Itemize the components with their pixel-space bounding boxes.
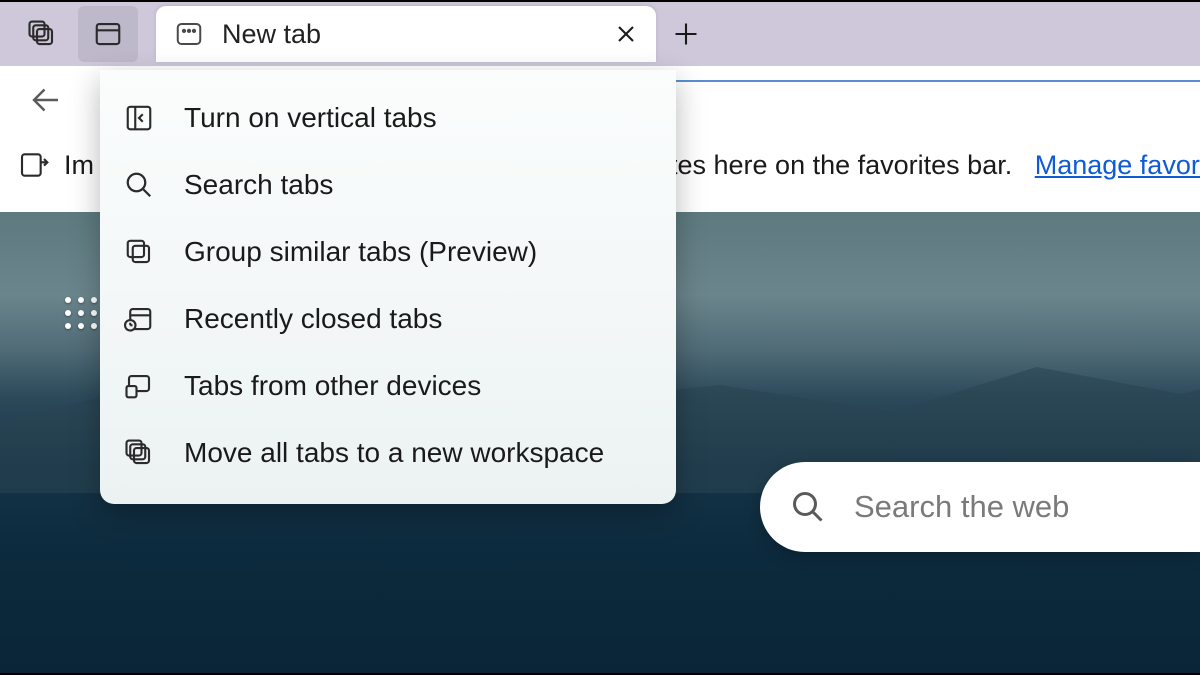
- menu-item-label: Search tabs: [184, 169, 333, 201]
- tab-actions-icon: [93, 19, 123, 49]
- history-icon: [124, 304, 154, 334]
- workspaces-icon: [27, 19, 57, 49]
- manage-favorites-link[interactable]: Manage favorite: [1035, 150, 1200, 180]
- menu-search-tabs[interactable]: Search tabs: [100, 151, 676, 218]
- devices-icon: [124, 371, 154, 401]
- search-icon: [790, 489, 826, 525]
- menu-other-devices[interactable]: Tabs from other devices: [100, 352, 676, 419]
- new-tab-button[interactable]: [656, 6, 716, 62]
- page-icon: [174, 19, 204, 49]
- menu-item-label: Tabs from other devices: [184, 370, 481, 402]
- menu-recently-closed[interactable]: Recently closed tabs: [100, 285, 676, 352]
- menu-group-tabs[interactable]: Group similar tabs (Preview): [100, 218, 676, 285]
- menu-move-to-workspace[interactable]: Move all tabs to a new workspace: [100, 419, 676, 486]
- workspace-icon: [124, 438, 154, 468]
- search-placeholder: Search the web: [854, 489, 1069, 525]
- tab-actions-button[interactable]: [78, 6, 138, 62]
- close-tab-icon[interactable]: [614, 22, 638, 46]
- back-button[interactable]: [22, 76, 70, 124]
- tab-actions-menu: Turn on vertical tabs Search tabs Group …: [100, 70, 676, 504]
- import-favorites-icon[interactable]: [18, 149, 50, 181]
- tab-strip: New tab: [0, 2, 1200, 66]
- menu-vertical-tabs[interactable]: Turn on vertical tabs: [100, 84, 676, 151]
- browser-tab[interactable]: New tab: [156, 6, 656, 62]
- group-tabs-icon: [124, 237, 154, 267]
- workspaces-button[interactable]: [12, 6, 72, 62]
- web-search-box[interactable]: Search the web: [760, 462, 1200, 552]
- menu-item-label: Recently closed tabs: [184, 303, 442, 335]
- favorites-bar-import-text: Im: [64, 150, 94, 181]
- menu-item-label: Move all tabs to a new workspace: [184, 437, 604, 469]
- menu-item-label: Turn on vertical tabs: [184, 102, 437, 134]
- drag-handle[interactable]: [65, 297, 97, 329]
- tab-title: New tab: [222, 19, 321, 50]
- back-arrow-icon: [28, 82, 64, 118]
- search-icon: [124, 170, 154, 200]
- vertical-tabs-icon: [124, 103, 154, 133]
- plus-icon: [672, 20, 700, 48]
- menu-item-label: Group similar tabs (Preview): [184, 236, 537, 268]
- favorites-bar-hint-tail: tes here on the favorites bar.: [670, 150, 1012, 180]
